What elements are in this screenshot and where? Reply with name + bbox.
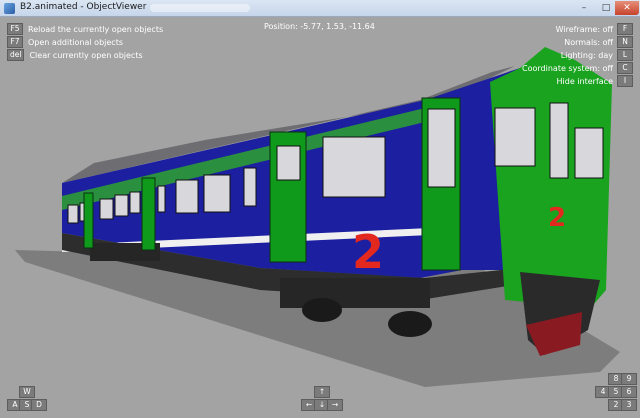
- lighting-label: Lighting: day: [560, 50, 613, 60]
- arrow-right-key[interactable]: →: [327, 399, 343, 411]
- window-pane: [114, 194, 129, 217]
- numpad-6-key[interactable]: 6: [621, 386, 637, 398]
- window-pane: [67, 204, 79, 224]
- key-f7[interactable]: F7: [7, 36, 23, 48]
- hud-normals-row[interactable]: Normals: off N: [560, 36, 633, 48]
- camera-position-readout: Position: -5.77, 1.53, -11.64: [264, 22, 375, 31]
- reload-label: Reload the currently open objects: [28, 24, 164, 34]
- window-pane: [322, 136, 386, 198]
- hud-open-row[interactable]: F7 Open additional objects: [7, 36, 127, 48]
- window-pane: [157, 185, 166, 213]
- minimize-button[interactable]: –: [573, 1, 595, 15]
- hide-interface-label: Hide interface: [556, 76, 613, 86]
- hud-hide-row[interactable]: Hide interface I: [553, 75, 633, 87]
- maximize-button[interactable]: □: [595, 1, 617, 15]
- clear-label: Clear currently open objects: [29, 50, 143, 60]
- key-c[interactable]: C: [617, 62, 633, 74]
- blurred-title-area: [150, 4, 250, 12]
- app-icon: [4, 3, 15, 14]
- window-pane: [129, 191, 141, 214]
- window-pane: [243, 167, 257, 207]
- hud-clear-row[interactable]: del Clear currently open objects: [7, 49, 147, 61]
- door: [83, 192, 94, 249]
- 3d-viewport[interactable]: 2 2 F5 Reload the currently open objects…: [0, 17, 640, 418]
- coordinate-system-label: Coordinate system: off: [522, 63, 613, 73]
- door-window: [427, 108, 456, 188]
- arrow-up-key[interactable]: ↑: [314, 386, 330, 398]
- title-bar[interactable]: B2.animated - ObjectViewer – □ ✕: [0, 0, 640, 17]
- hud-coordinates-row[interactable]: Coordinate system: off C: [518, 62, 633, 74]
- door-window: [276, 145, 301, 181]
- numpad-3-key[interactable]: 3: [621, 399, 637, 411]
- key-del[interactable]: del: [7, 49, 25, 61]
- wireframe-label: Wireframe: off: [555, 24, 613, 34]
- hud-wireframe-row[interactable]: Wireframe: off F: [552, 23, 633, 35]
- window-pane: [99, 198, 114, 220]
- cab-window: [574, 127, 604, 179]
- numpad-9-key[interactable]: 9: [621, 373, 637, 385]
- key-w[interactable]: W: [19, 386, 35, 398]
- bogie: [280, 278, 430, 308]
- key-n[interactable]: N: [617, 36, 633, 48]
- wheel: [388, 311, 432, 337]
- close-button[interactable]: ✕: [615, 1, 639, 15]
- key-f[interactable]: F: [617, 23, 633, 35]
- window-pane: [175, 179, 199, 214]
- car-number-graphic: 2: [352, 225, 384, 279]
- key-l[interactable]: L: [617, 49, 633, 61]
- wheel: [302, 298, 342, 322]
- key-d[interactable]: D: [31, 399, 47, 411]
- hud-lighting-row[interactable]: Lighting: day L: [557, 49, 633, 61]
- door: [141, 177, 156, 251]
- hud-reload-row[interactable]: F5 Reload the currently open objects: [7, 23, 167, 35]
- window-title: B2.animated - ObjectViewer: [20, 2, 147, 12]
- key-i[interactable]: I: [617, 75, 633, 87]
- cab-window: [549, 102, 569, 179]
- cab-window: [494, 107, 536, 167]
- objectviewer-window: B2.animated - ObjectViewer – □ ✕ 2 2 F5 …: [0, 0, 640, 418]
- window-pane: [203, 174, 231, 213]
- open-label: Open additional objects: [28, 37, 124, 47]
- key-f5[interactable]: F5: [7, 23, 23, 35]
- normals-label: Normals: off: [564, 37, 613, 47]
- train-3d-model: 2 2: [15, 47, 620, 387]
- cab-number-graphic: 2: [548, 203, 566, 233]
